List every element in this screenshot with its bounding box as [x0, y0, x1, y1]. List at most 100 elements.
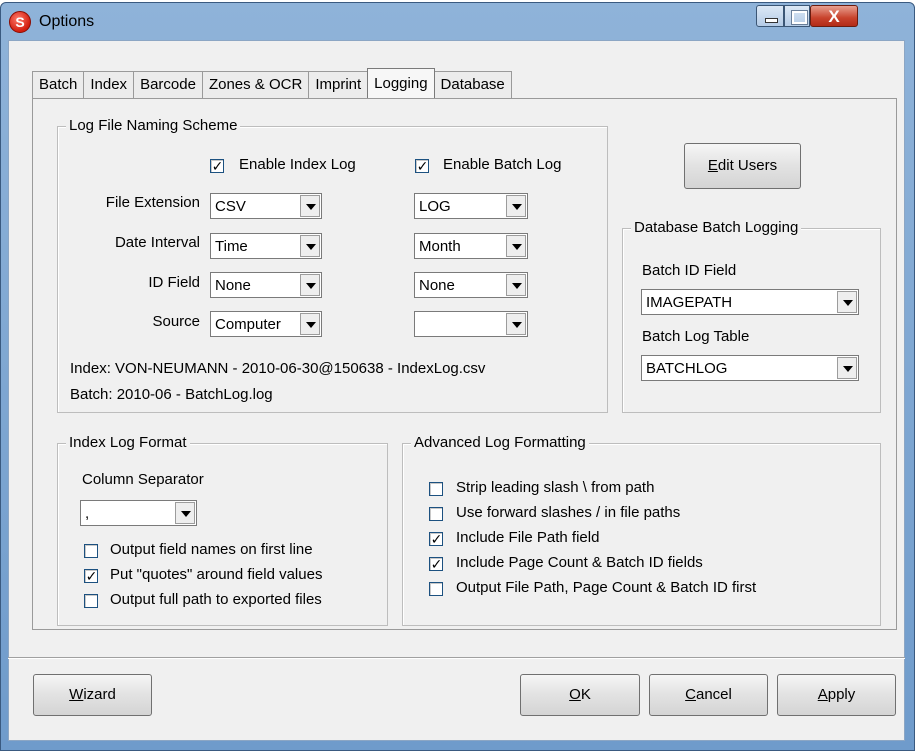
cancel-button[interactable]: Cancel	[649, 674, 768, 716]
checkmark-icon: ✓	[430, 556, 443, 572]
field-names-first-line-label[interactable]: Output field names on first line	[110, 541, 313, 558]
chevron-down-icon[interactable]	[300, 274, 320, 296]
title-bar[interactable]: S Options X	[1, 3, 914, 43]
chevron-down-icon[interactable]	[506, 195, 526, 217]
chevron-down-icon[interactable]	[506, 274, 526, 296]
wizard-accel: W	[69, 686, 84, 703]
checkmark-icon: ✓	[416, 158, 429, 174]
index-file-extension-select[interactable]: CSV	[210, 193, 322, 219]
chevron-down-icon[interactable]	[837, 357, 857, 379]
quotes-around-values-checkbox[interactable]: ✓	[84, 568, 98, 584]
combo-value: ,	[85, 505, 90, 522]
chevron-down-icon[interactable]	[175, 502, 195, 524]
id-field-label: ID Field	[148, 274, 200, 291]
batch-date-interval-select[interactable]: Month	[414, 233, 528, 259]
chevron-down-icon[interactable]	[506, 235, 526, 257]
enable-index-log-checkbox[interactable]: ✓	[210, 158, 224, 174]
combo-value: Time	[215, 238, 248, 255]
source-label: Source	[152, 313, 200, 330]
cancel-label: ancel	[695, 686, 732, 703]
db-logging-group: Database Batch Logging	[622, 219, 881, 413]
tab-database[interactable]: Database	[433, 71, 512, 98]
combo-value: IMAGEPATH	[646, 294, 733, 311]
forward-slashes-label[interactable]: Use forward slashes / in file paths	[456, 504, 680, 521]
index-source-select[interactable]: Computer	[210, 311, 322, 337]
ok-button[interactable]: OK	[520, 674, 640, 716]
tab-zones-ocr[interactable]: Zones & OCR	[201, 71, 310, 98]
advanced-formatting-title: Advanced Log Formatting	[411, 434, 589, 451]
output-fields-first-label[interactable]: Output File Path, Page Count & Batch ID …	[456, 579, 756, 596]
apply-label: pply	[827, 686, 856, 703]
date-interval-label: Date Interval	[114, 234, 200, 251]
batch-source-select[interactable]	[414, 311, 528, 337]
full-path-exported-checkbox[interactable]	[84, 594, 98, 608]
edit-users-label: dit Users	[717, 157, 778, 174]
batch-id-field-label: Batch ID Field	[642, 262, 737, 279]
combo-value: None	[419, 277, 455, 294]
maximize-button[interactable]	[784, 5, 810, 27]
forward-slashes-checkbox[interactable]	[429, 507, 443, 521]
include-file-path-label[interactable]: Include File Path field	[456, 529, 599, 546]
index-log-preview: Index: VON-NEUMANN - 2010-06-30@150638 -…	[70, 360, 486, 377]
edit-users-accel: E	[707, 157, 718, 174]
minimize-button[interactable]	[756, 5, 784, 27]
close-icon: X	[828, 7, 840, 26]
batch-file-extension-select[interactable]: LOG	[414, 193, 528, 219]
output-fields-first-checkbox[interactable]	[429, 582, 443, 596]
full-path-exported-label[interactable]: Output full path to exported files	[110, 591, 322, 608]
combo-value: Computer	[215, 316, 281, 333]
db-logging-title: Database Batch Logging	[631, 219, 802, 236]
index-id-field-select[interactable]: None	[210, 272, 322, 298]
include-file-path-checkbox[interactable]: ✓	[429, 531, 443, 547]
chevron-down-icon[interactable]	[300, 313, 320, 335]
include-page-count-checkbox[interactable]: ✓	[429, 556, 443, 572]
wizard-label: izard	[83, 686, 116, 703]
combo-value: CSV	[215, 198, 246, 215]
field-names-first-line-checkbox[interactable]	[84, 544, 98, 558]
chevron-down-icon[interactable]	[300, 235, 320, 257]
strip-leading-slash-checkbox[interactable]	[429, 482, 443, 496]
combo-value: LOG	[419, 198, 451, 215]
tab-imprint[interactable]: Imprint	[308, 71, 369, 98]
batch-log-table-select[interactable]: BATCHLOG	[641, 355, 859, 381]
checkmark-icon: ✓	[430, 531, 443, 547]
include-page-count-label[interactable]: Include Page Count & Batch ID fields	[456, 554, 703, 571]
enable-batch-log-label[interactable]: Enable Batch Log	[443, 156, 561, 173]
app-logo-icon: S	[9, 11, 31, 33]
window-title: Options	[39, 13, 95, 30]
ok-accel: O	[569, 686, 581, 703]
edit-users-button[interactable]: Edit Users	[684, 143, 801, 189]
tab-index[interactable]: Index	[83, 71, 135, 98]
strip-leading-slash-label[interactable]: Strip leading slash \ from path	[456, 479, 654, 496]
tab-barcode[interactable]: Barcode	[133, 71, 203, 98]
apply-button[interactable]: Apply	[777, 674, 896, 716]
column-separator-select[interactable]: ,	[80, 500, 197, 526]
tab-strip: Batch Index Barcode Zones & OCR Imprint …	[32, 68, 512, 99]
combo-value: Month	[419, 238, 461, 255]
index-format-title: Index Log Format	[66, 434, 190, 451]
checkmark-icon: ✓	[85, 568, 98, 584]
chevron-down-icon[interactable]	[837, 291, 857, 313]
batch-log-preview: Batch: 2010-06 - BatchLog.log	[70, 386, 273, 403]
batch-id-field-select[interactable]: None	[414, 272, 528, 298]
wizard-button[interactable]: Wizard	[33, 674, 152, 716]
checkmark-icon: ✓	[211, 158, 224, 174]
chevron-down-icon[interactable]	[506, 313, 526, 335]
log-naming-title: Log File Naming Scheme	[66, 117, 241, 134]
enable-index-log-label[interactable]: Enable Index Log	[239, 156, 356, 173]
batch-id-field-select[interactable]: IMAGEPATH	[641, 289, 859, 315]
tab-logging[interactable]: Logging	[367, 68, 435, 98]
enable-batch-log-checkbox[interactable]: ✓	[415, 158, 429, 174]
file-extension-label: File Extension	[105, 194, 200, 211]
column-separator-label: Column Separator	[82, 471, 204, 488]
quotes-around-values-label[interactable]: Put "quotes" around field values	[110, 566, 322, 583]
combo-value: BATCHLOG	[646, 360, 728, 377]
tab-batch[interactable]: Batch	[32, 71, 85, 98]
index-date-interval-select[interactable]: Time	[210, 233, 322, 259]
combo-value: None	[215, 277, 251, 294]
cancel-accel: C	[685, 686, 696, 703]
apply-accel: A	[817, 686, 828, 703]
ok-label: K	[580, 686, 591, 703]
close-button[interactable]: X	[810, 5, 858, 27]
chevron-down-icon[interactable]	[300, 195, 320, 217]
